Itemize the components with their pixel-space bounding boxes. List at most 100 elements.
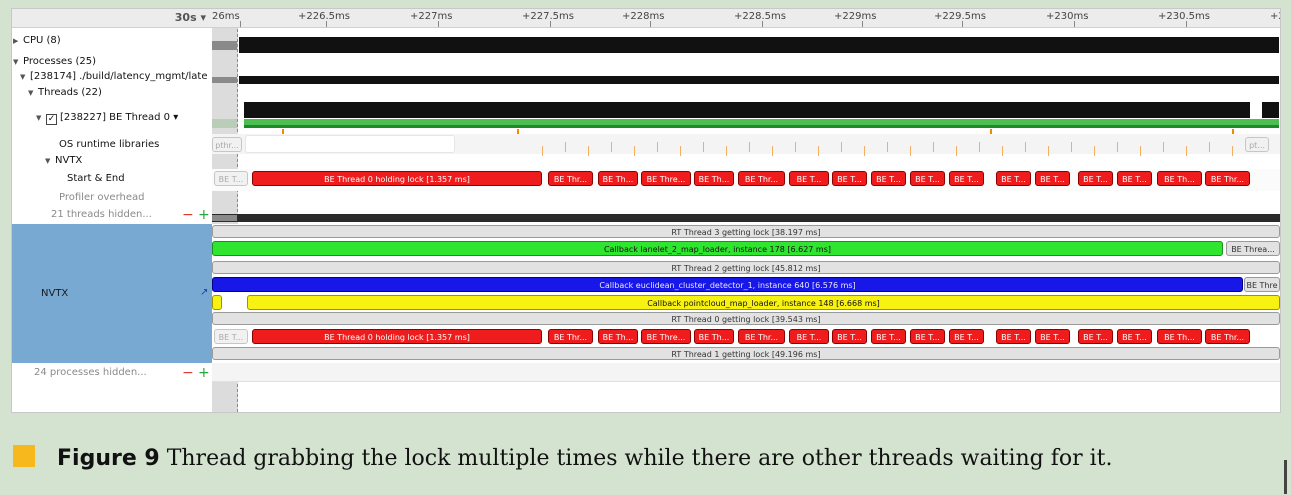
os-runtime-mark[interactable] (910, 146, 911, 156)
start-end-range[interactable]: BE Thre... (641, 171, 691, 186)
tree-item-profiler-overhead[interactable]: Profiler overhead (59, 192, 144, 203)
nvtx-lock-range[interactable]: BE Thr... (738, 329, 785, 344)
start-end-range[interactable]: BE Th... (694, 171, 734, 186)
nvtx-lock-range[interactable]: BE Thread 0 holding lock [1.357 ms] (252, 329, 542, 344)
start-end-range[interactable]: BE Thr... (548, 171, 593, 186)
start-end-range[interactable]: BE Thr... (1205, 171, 1250, 186)
os-runtime-mark[interactable] (611, 142, 612, 152)
os-runtime-mark[interactable] (1048, 146, 1049, 156)
os-runtime-call[interactable]: pt... (1245, 137, 1269, 152)
start-end-range[interactable]: BE T... (1078, 171, 1113, 186)
minus-icon[interactable]: − (182, 208, 194, 222)
os-runtime-mark[interactable] (887, 142, 888, 152)
nvtx-lock-range[interactable]: BE Thr... (1205, 329, 1250, 344)
nvtx-range-green-callback[interactable]: Callback lanelet_2_map_loader, instance … (212, 241, 1223, 256)
collapse-icon[interactable]: ▼ (28, 89, 38, 97)
tree-item-process[interactable]: ▼ [238174] ./build/latency_mgmt/late (20, 71, 212, 82)
tree-item-start-end[interactable]: Start & End (67, 173, 125, 184)
os-runtime-mark[interactable] (864, 146, 865, 156)
tree-item-nvtx[interactable]: ▼ NVTX (45, 155, 82, 166)
collapse-icon[interactable]: ▼ (20, 73, 30, 81)
zoom-selector[interactable]: 30s ▾ (175, 11, 206, 24)
nvtx-range-rt0[interactable]: RT Thread 0 getting lock [39.543 ms] (212, 312, 1280, 325)
nvtx-lock-range[interactable]: BE Th... (1157, 329, 1202, 344)
expand-icon[interactable]: ▶ (13, 37, 23, 45)
os-runtime-mark[interactable] (1002, 146, 1003, 156)
nvtx-range-rt2[interactable]: RT Thread 2 getting lock [45.812 ms] (212, 261, 1280, 274)
start-end-range[interactable]: BE T... (910, 171, 945, 186)
nvtx-range-green-tail[interactable]: BE Threa... (1226, 241, 1280, 256)
hidden-threads-bar[interactable] (212, 214, 1280, 222)
thread-utilization-bar[interactable] (244, 102, 1250, 118)
start-end-range[interactable]: BE T... (996, 171, 1031, 186)
start-end-range[interactable]: BE T... (789, 171, 829, 186)
collapse-icon[interactable]: ▼ (13, 58, 23, 66)
os-runtime-mark[interactable] (1140, 146, 1141, 156)
nvtx-lock-range[interactable]: BE T... (789, 329, 829, 344)
tree-label-thread[interactable]: [238227] BE Thread 0 ▾ (60, 112, 178, 123)
nvtx-lock-range[interactable]: BE T... (910, 329, 945, 344)
start-end-range[interactable]: BE T... (832, 171, 867, 186)
cpu-utilization-bar[interactable] (239, 37, 1279, 53)
os-runtime-mark[interactable] (565, 142, 566, 152)
nvtx-lock-range[interactable]: BE Th... (694, 329, 734, 344)
start-end-range[interactable]: BE T... (949, 171, 984, 186)
nvtx-range-rt3[interactable]: RT Thread 3 getting lock [38.197 ms] (212, 225, 1280, 238)
timeline-area[interactable]: 26ms +226.5ms +227ms +227.5ms +228ms +228.5ms… (212, 9, 1280, 412)
os-runtime-mark[interactable] (818, 146, 819, 156)
nvtx-lock-range[interactable]: BE T... (214, 329, 248, 344)
os-runtime-call[interactable]: pthr... (212, 137, 242, 152)
nvtx-lock-range[interactable]: BE Th... (598, 329, 638, 344)
os-runtime-mark[interactable] (772, 146, 773, 156)
collapse-arrows-icon[interactable]: ↗ (200, 287, 208, 298)
os-runtime-mark[interactable] (1025, 142, 1026, 152)
os-runtime-mark[interactable] (795, 142, 796, 152)
nvtx-range-blue-callback[interactable]: Callback euclidean_cluster_detector_1, i… (212, 277, 1243, 292)
thread-state-strip-dark[interactable] (244, 125, 1279, 128)
nvtx-range-yellow-head[interactable] (212, 295, 222, 310)
thread-utilization-bar-tail[interactable] (1262, 102, 1279, 118)
os-runtime-mark[interactable] (841, 142, 842, 152)
os-runtime-mark[interactable] (726, 146, 727, 156)
start-end-range[interactable]: BE T... (214, 171, 248, 186)
os-runtime-mark[interactable] (634, 146, 635, 156)
thread-checkbox[interactable]: ✓ (46, 114, 57, 125)
os-runtime-mark[interactable] (680, 146, 681, 156)
nvtx-lock-range[interactable]: BE T... (832, 329, 867, 344)
nvtx-lock-range[interactable]: BE T... (949, 329, 984, 344)
start-end-range[interactable]: BE Th... (598, 171, 638, 186)
os-runtime-mark[interactable] (956, 146, 957, 156)
collapse-icon[interactable]: ▼ (36, 114, 46, 122)
os-runtime-mark[interactable] (1186, 146, 1187, 156)
tree-item-threads[interactable]: ▼ Threads (22) (28, 87, 102, 98)
os-runtime-mark[interactable] (657, 142, 658, 152)
collapse-icon[interactable]: ▼ (45, 157, 55, 165)
os-runtime-mark[interactable] (1209, 142, 1210, 152)
minus-icon[interactable]: − (182, 366, 194, 380)
start-end-range[interactable]: BE T... (871, 171, 906, 186)
os-runtime-mark[interactable] (1117, 142, 1118, 152)
nvtx-lock-range[interactable]: BE Thre... (641, 329, 691, 344)
nvtx-range-rt1[interactable]: RT Thread 1 getting lock [49.196 ms] (212, 347, 1280, 360)
nvtx-lock-range[interactable]: BE T... (871, 329, 906, 344)
plus-icon[interactable]: + (198, 208, 210, 222)
os-runtime-mark[interactable] (1163, 142, 1164, 152)
time-ruler[interactable]: 26ms +226.5ms +227ms +227.5ms +228ms +228.5ms… (212, 9, 1280, 28)
os-runtime-mark[interactable] (542, 146, 543, 156)
start-end-range[interactable]: BE Thr... (738, 171, 785, 186)
os-runtime-mark[interactable] (588, 146, 589, 156)
os-runtime-mark[interactable] (749, 142, 750, 152)
os-runtime-mark[interactable] (1094, 146, 1095, 156)
nvtx-lock-range[interactable]: BE Thr... (548, 329, 593, 344)
tree-item-processes[interactable]: ▼ Processes (25) (13, 56, 96, 67)
nvtx-range-blue-tail[interactable]: BE Thre (1244, 277, 1280, 292)
tree-item-cpu[interactable]: ▶ CPU (8) (13, 35, 61, 46)
nvtx-range-yellow-callback[interactable]: Callback pointcloud_map_loader, instance… (247, 295, 1280, 310)
tree-item-thread[interactable]: ▼ ✓ [238227] BE Thread 0 ▾ (36, 112, 178, 125)
nvtx-lock-range[interactable]: BE T... (1035, 329, 1070, 344)
nvtx-lock-range[interactable]: BE T... (996, 329, 1031, 344)
process-utilization-bar[interactable] (239, 76, 1279, 84)
nvtx-lock-range[interactable]: BE T... (1078, 329, 1113, 344)
plus-icon[interactable]: + (198, 366, 210, 380)
hidden-processes-lane[interactable] (212, 363, 1280, 382)
